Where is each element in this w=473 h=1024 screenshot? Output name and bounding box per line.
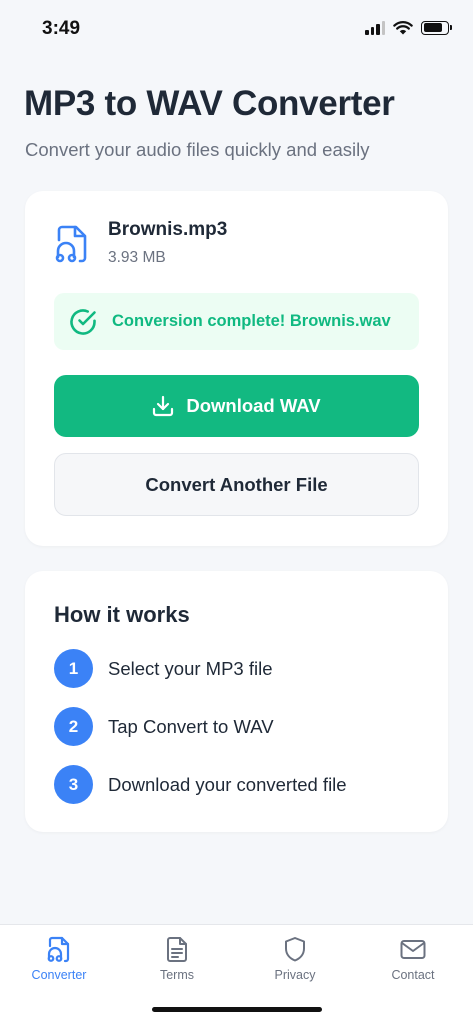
download-wav-label: Download WAV (186, 395, 321, 416)
wifi-icon (393, 21, 413, 35)
step-item: 2 Tap Convert to WAV (54, 707, 274, 746)
status-bar: 3:49 (0, 0, 473, 60)
download-wav-button[interactable]: Download WAV (54, 375, 419, 437)
tab-terms[interactable]: Terms (118, 935, 236, 982)
tab-contact-label: Contact (391, 968, 435, 982)
step-item: 1 Select your MP3 file (54, 649, 273, 688)
tab-converter[interactable]: Converter (0, 935, 118, 982)
file-size: 3.93 MB (108, 249, 166, 266)
step-number-badge: 3 (54, 765, 93, 804)
how-it-works-card: How it works 1 Select your MP3 file 2 Ta… (25, 571, 448, 832)
file-name: Brownis.mp3 (108, 219, 228, 240)
step-item: 3 Download your converted file (54, 765, 347, 804)
file-row: Brownis.mp3 3.93 MB (53, 219, 227, 267)
mail-icon (400, 940, 426, 959)
check-circle-icon (70, 308, 96, 335)
step-number-badge: 1 (54, 649, 93, 688)
battery-icon (421, 20, 452, 35)
convert-another-file-button[interactable]: Convert Another File (54, 453, 419, 516)
step-number-badge: 2 (54, 707, 93, 746)
status-time: 3:49 (42, 18, 81, 39)
tab-contact[interactable]: Contact (354, 935, 472, 982)
step-text: Download your converted file (108, 773, 347, 795)
page-title: MP3 to WAV Converter (24, 84, 395, 123)
document-icon (167, 937, 187, 962)
tab-terms-label: Terms (159, 968, 195, 982)
tab-privacy-label: Privacy (274, 968, 316, 982)
conversion-status-text: Conversion complete! Brownis.wav (112, 312, 391, 330)
page-subtitle: Convert your audio files quickly and eas… (25, 139, 370, 160)
file-card: Brownis.mp3 3.93 MB Conversion complete!… (25, 191, 448, 546)
how-it-works-title: How it works (54, 602, 190, 627)
status-icons (365, 20, 452, 35)
file-info: Brownis.mp3 3.93 MB (108, 219, 227, 267)
home-indicator (152, 1007, 322, 1012)
download-icon (153, 395, 174, 417)
step-text: Select your MP3 file (108, 657, 273, 679)
step-text: Tap Convert to WAV (108, 715, 274, 737)
headphones-file-icon (47, 936, 70, 963)
audio-file-icon (55, 225, 87, 263)
conversion-status-banner: Conversion complete! Brownis.wav (54, 293, 419, 350)
tab-privacy[interactable]: Privacy (236, 935, 354, 982)
convert-another-file-label: Convert Another File (145, 473, 328, 495)
shield-icon (285, 937, 305, 962)
cellular-signal-icon (365, 20, 385, 35)
tab-converter-label: Converter (31, 968, 87, 982)
